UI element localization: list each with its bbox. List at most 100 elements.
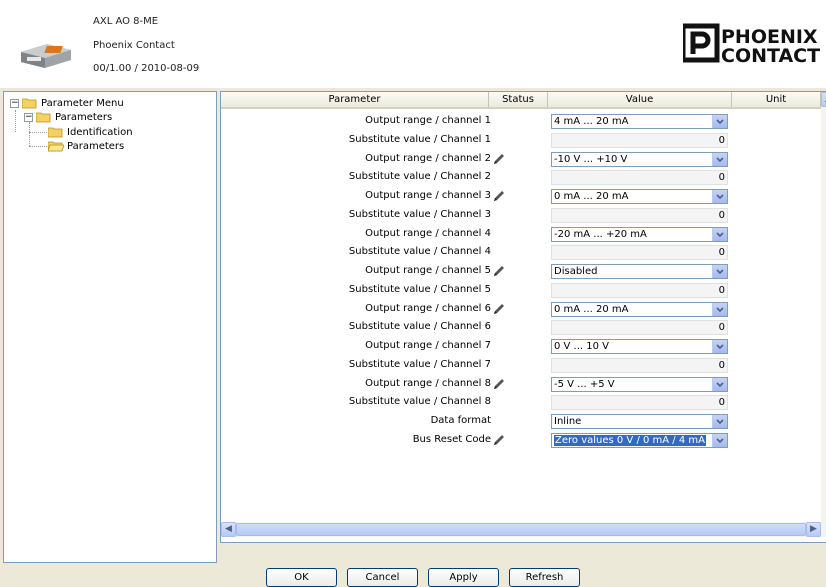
scroll-left-button[interactable]: ◀ [221, 522, 236, 537]
column-header-parameter[interactable]: Parameter [221, 92, 489, 109]
device-header: AXL AO 8-ME Phoenix Contact 00/1.00 / 20… [0, 0, 826, 88]
parameter-label: Output range / channel 1 [365, 115, 491, 126]
parameter-grid[interactable]: Parameter Status Value Unit Output range… [220, 91, 826, 543]
substitute-value-field[interactable]: 0 [551, 207, 728, 223]
value-dropdown[interactable]: -5 V ... +5 V [551, 376, 728, 392]
pencil-icon [493, 434, 505, 446]
parameter-label: Output range / channel 4 [365, 227, 491, 239]
table-row: Substitute value / Channel 6 0 [221, 318, 821, 337]
chevron-down-icon[interactable] [712, 115, 727, 128]
chevron-down-icon[interactable] [712, 415, 727, 428]
table-row: Output range / channel 2 -10 V ... +10 V [221, 150, 821, 169]
value-dropdown[interactable]: -10 V ... +10 V [551, 151, 728, 167]
column-header-status[interactable]: Status [489, 92, 548, 109]
horizontal-scroll-thumb[interactable] [236, 523, 806, 536]
logo-line-2: CONTACT [721, 45, 820, 66]
collapse-icon[interactable]: − [24, 112, 33, 122]
pencil-icon [493, 303, 505, 315]
cancel-button[interactable]: Cancel [347, 568, 418, 587]
pencil-icon [493, 190, 505, 202]
table-row: Output range / channel 5 Disabled [221, 262, 821, 281]
parameter-label: Substitute value / Channel 6 [348, 321, 491, 333]
table-row: Output range / channel 1 4 mA ... 20 mA [221, 112, 821, 131]
vertical-scrollbar[interactable]: ▲ [821, 92, 826, 537]
parameter-label: Substitute value / Channel 4 [348, 246, 491, 258]
substitute-value-field[interactable]: 0 [551, 282, 728, 298]
value-dropdown[interactable]: 0 mA ... 20 mA [551, 301, 728, 317]
column-header-value[interactable]: Value [548, 92, 732, 109]
refresh-button[interactable]: Refresh [509, 568, 580, 587]
table-row: Substitute value / Channel 4 0 [221, 243, 821, 262]
substitute-value: 0 [718, 172, 725, 184]
apply-button[interactable]: Apply [428, 568, 499, 587]
value-dropdown[interactable]: 0 V ... 10 V [551, 339, 728, 354]
value-dropdown[interactable]: Disabled [551, 264, 728, 279]
table-row: Output range / channel 6 0 mA ... 20 mA [221, 300, 821, 319]
dropdown-selected-value: 4 mA ... 20 mA [554, 116, 629, 127]
dropdown-selected-value: -10 V ... +10 V [554, 153, 628, 165]
tree-group-label: Parameters [55, 111, 113, 123]
substitute-value: 0 [718, 209, 725, 221]
parameter-label: Output range / channel 8 [365, 377, 491, 389]
chevron-down-icon[interactable] [712, 340, 727, 353]
tree-guide [15, 110, 16, 132]
value-dropdown[interactable]: -20 mA ... +20 mA [551, 226, 728, 242]
parameter-label: Substitute value / Channel 2 [348, 171, 491, 183]
horizontal-scrollbar[interactable]: ◀ ▶ [221, 522, 821, 537]
substitute-value-field[interactable]: 0 [551, 395, 728, 411]
chevron-down-icon[interactable] [712, 190, 727, 203]
tree-item-identification[interactable]: Identification [48, 125, 133, 139]
dropdown-selected-value: -20 mA ... +20 mA [554, 228, 647, 240]
open-folder-icon [22, 98, 37, 109]
parameter-label: Output range / channel 6 [365, 302, 491, 314]
chevron-down-icon[interactable] [712, 433, 727, 447]
tree-item-parameters[interactable]: Parameters [48, 139, 125, 153]
parameter-label: Substitute value / Channel 5 [348, 283, 491, 295]
value-dropdown[interactable]: 4 mA ... 20 mA [551, 114, 728, 129]
device-vendor: Phoenix Contact [93, 40, 175, 51]
parameter-label: Output range / channel 5 [365, 265, 491, 276]
value-dropdown[interactable]: Inline [551, 414, 728, 429]
parameter-label: Bus Reset Code [412, 433, 491, 445]
tree-item-label: Parameters [67, 140, 125, 152]
ok-button[interactable]: OK [266, 568, 337, 587]
table-row: Output range / channel 8 -5 V ... +5 V [221, 375, 821, 394]
table-row: Output range / channel 4 -20 mA ... +20 m… [221, 225, 821, 244]
tree-node-root[interactable]: − Parameter Menu [10, 96, 124, 110]
folder-icon [48, 127, 63, 138]
chevron-down-icon[interactable] [712, 302, 727, 316]
chevron-down-icon[interactable] [712, 265, 727, 278]
dropdown-selected-value: Zero values 0 V / 0 mA / 4 mA [554, 434, 706, 446]
collapse-icon[interactable]: − [10, 98, 19, 108]
tree-node-parameters-group[interactable]: − Parameters [24, 110, 112, 124]
column-header-unit[interactable]: Unit [732, 92, 821, 109]
scroll-up-button[interactable]: ▲ [821, 92, 826, 107]
scroll-right-button[interactable]: ▶ [806, 522, 821, 537]
substitute-value-field[interactable]: 0 [551, 132, 728, 148]
chevron-down-icon[interactable] [712, 377, 727, 391]
value-dropdown[interactable]: Zero values 0 V / 0 mA / 4 mA [551, 432, 728, 448]
pencil-icon [493, 378, 505, 390]
substitute-value-field[interactable]: 0 [551, 170, 728, 186]
table-row: Substitute value / Channel 8 0 [221, 393, 821, 412]
chevron-down-icon[interactable] [712, 152, 727, 166]
dropdown-selected-value: -5 V ... +5 V [554, 378, 615, 390]
device-module-image [21, 44, 71, 68]
substitute-value: 0 [718, 247, 725, 259]
parameter-label: Data format [430, 415, 491, 426]
value-dropdown[interactable]: 0 mA ... 20 mA [551, 189, 728, 204]
table-row: Substitute value / Channel 7 0 [221, 356, 821, 375]
chevron-down-icon[interactable] [712, 227, 727, 241]
parameter-label: Substitute value / Channel 8 [348, 396, 491, 408]
tree-item-label: Identification [67, 126, 133, 138]
substitute-value-field[interactable]: 0 [551, 245, 728, 261]
substitute-value-field[interactable]: 0 [551, 357, 728, 373]
parameter-tree[interactable]: − Parameter Menu − Parameters Identifica… [3, 91, 217, 563]
substitute-value-field[interactable]: 0 [551, 320, 728, 336]
table-row: Substitute value / Channel 5 0 [221, 281, 821, 300]
parameter-label: Output range / channel 2 [365, 152, 491, 164]
tree-guide [29, 122, 30, 146]
substitute-value: 0 [718, 284, 725, 296]
table-row: Bus Reset Code Zero values 0 V / 0 mA / 4… [221, 431, 821, 450]
parameter-label: Substitute value / Channel 7 [348, 358, 491, 370]
